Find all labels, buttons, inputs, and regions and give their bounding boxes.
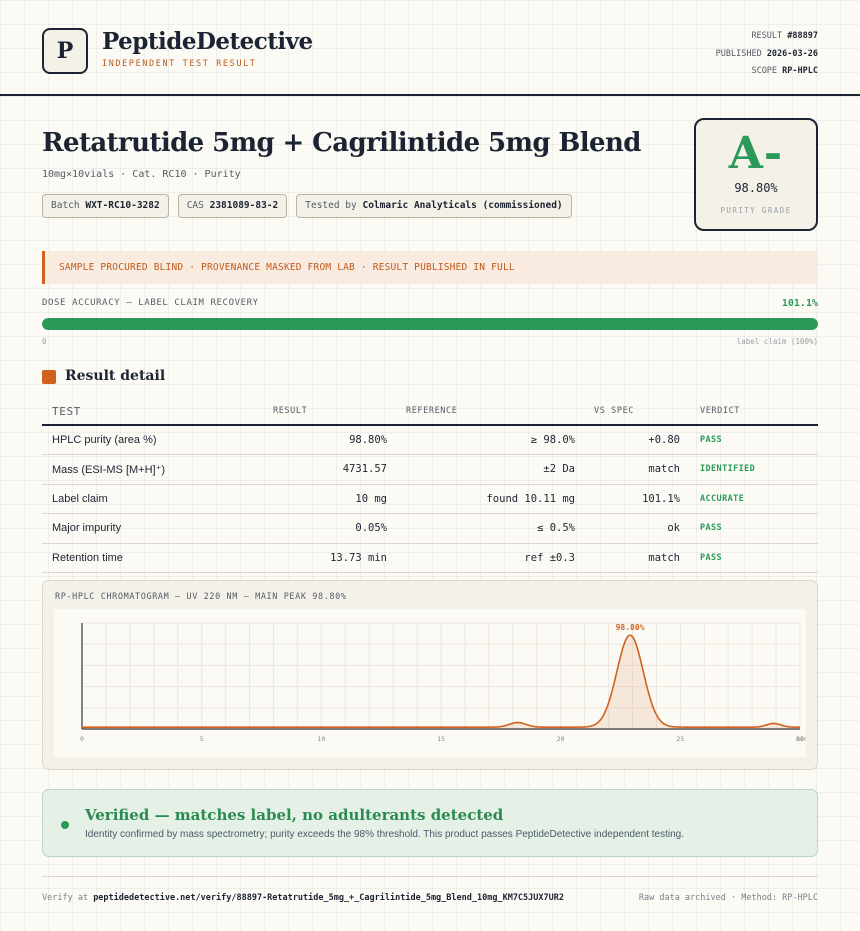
col-test: TEST xyxy=(42,398,273,426)
brand-name: PeptideDetective xyxy=(102,28,313,55)
chromatogram-plot-area: 98.80% 0 5 10 15 20 25 30 min xyxy=(54,609,808,757)
table-row: HPLC purity (area %) 98.80% ≥ 98.0% +0.8… xyxy=(42,425,818,455)
cell-test: Major impurity xyxy=(42,513,273,544)
cell-vs-spec: 101.1% xyxy=(575,484,680,514)
provenance-banner: SAMPLE PROCURED BLIND · PROVENANCE MASKE… xyxy=(42,251,818,284)
result-table: TEST RESULT REFERENCE VS SPEC VERDICT HP… xyxy=(42,398,818,573)
product-title: Retatrutide 5mg + Cagrilintide 5mg Blend xyxy=(42,128,641,158)
x-tick-label: 0 xyxy=(80,735,84,743)
brand-tagline: INDEPENDENT TEST RESULT xyxy=(102,59,257,69)
cell-verdict: PASS xyxy=(680,425,818,455)
verify-link[interactable]: peptidedetective.net/verify/88897-Retatr… xyxy=(93,893,564,903)
section-marker-icon xyxy=(42,370,56,384)
cell-verdict: PASS xyxy=(680,513,818,544)
col-reference: REFERENCE xyxy=(387,398,575,426)
x-tick-label: 5 xyxy=(200,735,204,743)
chromatogram-title: RP-HPLC CHROMATOGRAM — UV 220 NM — MAIN … xyxy=(55,592,347,602)
cell-reference: ref ±0.3 xyxy=(387,543,575,573)
report-meta: RESULT #88897 PUBLISHED 2026-03-26 SCOPE… xyxy=(716,28,818,81)
cell-result: 10 mg xyxy=(273,484,387,514)
dose-accuracy-label: DOSE ACCURACY — LABEL CLAIM RECOVERY xyxy=(42,298,259,308)
cell-test: Retention time xyxy=(42,543,273,573)
meta-result: RESULT #88897 xyxy=(751,31,818,41)
cell-test: HPLC purity (area %) xyxy=(42,425,273,455)
grade-percent: 98.80% xyxy=(734,181,778,195)
chromatogram-chart: 98.80%0 5 10 15 20 25 30min xyxy=(80,622,808,743)
footer-method: Raw data archived · Method: RP-HPLC xyxy=(638,893,818,903)
x-tick-label: 10 xyxy=(317,735,325,743)
table-row: Retention time 13.73 min ref ±0.3 match … xyxy=(42,543,818,573)
tested-by-chip: Tested by Colmaric Analyticals (commissi… xyxy=(296,194,572,218)
verified-banner: Verified — matches label, no adulterants… xyxy=(42,789,818,857)
col-result: RESULT xyxy=(273,398,387,426)
dose-progress-track xyxy=(42,318,818,330)
peak-label: 98.80% xyxy=(616,623,645,632)
purity-grade-card: A- 98.80% PURITY GRADE xyxy=(694,118,818,231)
x-tick-label: 15 xyxy=(437,735,445,743)
cell-vs-spec: match xyxy=(575,454,680,485)
meta-scope: SCOPE RP-HPLC xyxy=(751,66,818,76)
cas-chip: CAS 2381089-83-2 xyxy=(177,194,288,218)
x-tick-label: 20 xyxy=(557,735,565,743)
table-row: Major impurity 0.05% ≤ 0.5% ok PASS xyxy=(42,513,818,544)
verified-title: Verified — matches label, no adulterants… xyxy=(85,806,504,824)
report-header: P PeptideDetective INDEPENDENT TEST RESU… xyxy=(0,0,860,96)
cell-reference: ±2 Da xyxy=(387,454,575,485)
col-verdict: VERDICT xyxy=(680,398,818,426)
cell-result: 13.73 min xyxy=(273,543,387,573)
col-vs-spec: VS SPEC xyxy=(575,398,680,426)
cell-vs-spec: ok xyxy=(575,513,680,544)
cell-result: 4731.57 xyxy=(273,454,387,485)
cell-reference: found 10.11 mg xyxy=(387,484,575,514)
batch-chip: Batch WXT-RC10-3282 xyxy=(42,194,169,218)
cell-verdict: IDENTIFIED xyxy=(680,454,818,485)
product-subtitle: 10mg×10vials · Cat. RC10 · Purity xyxy=(42,169,241,180)
brand-logo: P xyxy=(42,28,88,74)
cell-result: 98.80% xyxy=(273,425,387,455)
table-row: Label claim 10 mg found 10.11 mg 101.1% … xyxy=(42,484,818,514)
cell-test: Label claim xyxy=(42,484,273,514)
cell-vs-spec: +0.80 xyxy=(575,425,680,455)
cell-reference: ≤ 0.5% xyxy=(387,513,575,544)
verified-dot-icon xyxy=(61,821,69,829)
cell-verdict: PASS xyxy=(680,543,818,573)
x-axis-unit: min xyxy=(796,735,806,743)
cell-verdict: ACCURATE xyxy=(680,484,818,514)
dose-max-label: label claim (100%) xyxy=(736,337,818,346)
cell-test: Mass (ESI-MS [M+H]⁺) xyxy=(42,454,273,485)
dose-progress-fill xyxy=(42,318,818,330)
grade-letter: A- xyxy=(728,128,784,179)
cell-reference: ≥ 98.0% xyxy=(387,425,575,455)
result-detail-title: Result detail xyxy=(65,368,166,384)
product-chips: Batch WXT-RC10-3282 CAS 2381089-83-2 Tes… xyxy=(42,194,572,218)
table-header-row: TEST RESULT REFERENCE VS SPEC VERDICT xyxy=(42,398,818,426)
meta-published: PUBLISHED 2026-03-26 xyxy=(715,48,818,59)
chromatogram-panel: RP-HPLC CHROMATOGRAM — UV 220 NM — MAIN … xyxy=(42,580,818,770)
footer-divider xyxy=(42,876,818,877)
cell-result: 0.05% xyxy=(273,513,387,544)
footer-verify: Verify at peptidedetective.net/verify/88… xyxy=(42,893,564,903)
grade-label: PURITY GRADE xyxy=(720,206,792,215)
dose-min-label: 0 xyxy=(42,337,47,346)
dose-accuracy-value: 101.1% xyxy=(781,298,818,309)
cell-vs-spec: match xyxy=(575,543,680,573)
verified-body: Identity confirmed by mass spectrometry;… xyxy=(85,829,685,840)
table-row: Mass (ESI-MS [M+H]⁺) 4731.57 ±2 Da match… xyxy=(42,454,818,485)
x-tick-label: 25 xyxy=(676,735,684,743)
